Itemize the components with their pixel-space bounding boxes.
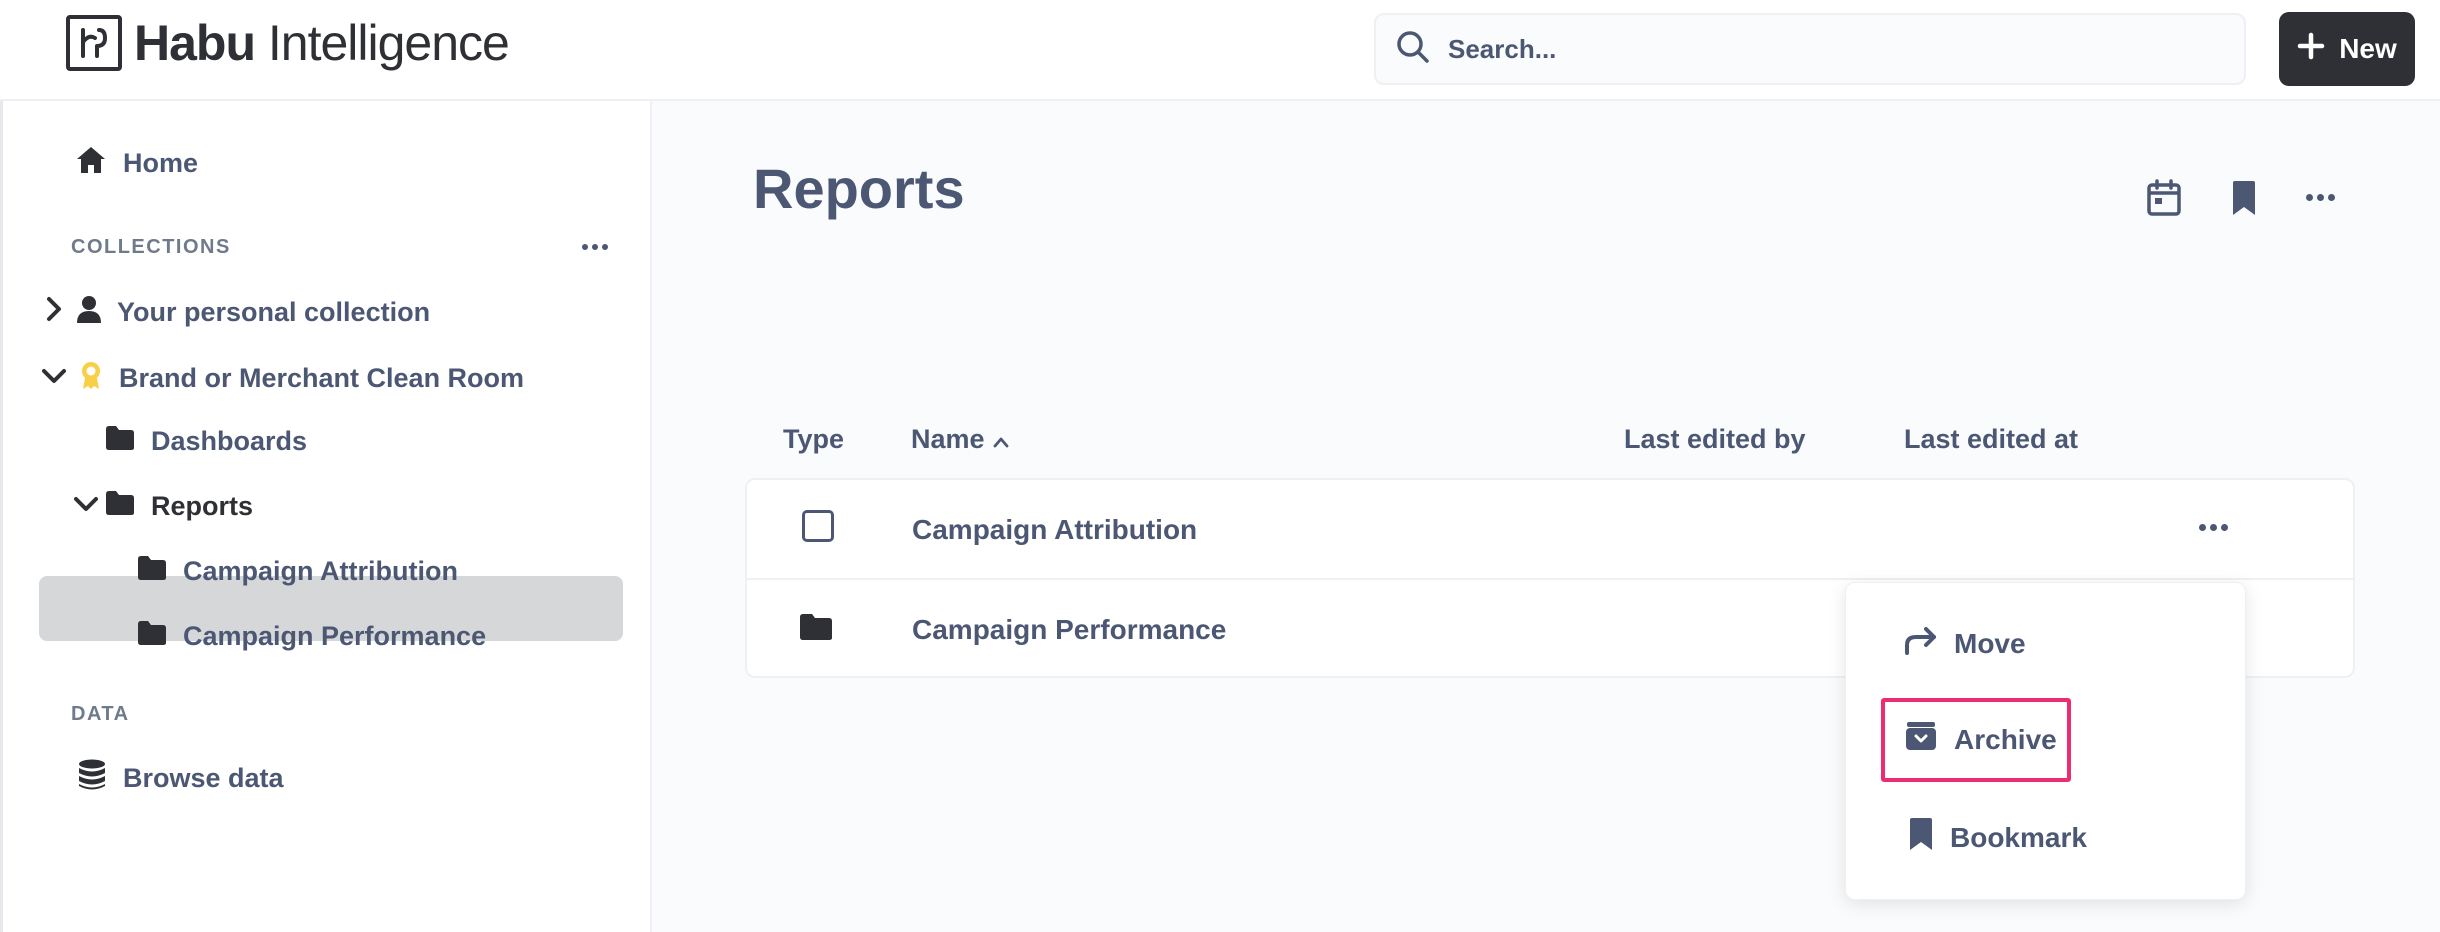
person-icon xyxy=(75,295,103,330)
sidebar-item-personal-collection[interactable]: Your personal collection xyxy=(43,295,430,330)
row-more-icon[interactable] xyxy=(2199,524,2228,531)
chevron-down-icon[interactable] xyxy=(73,491,99,522)
logo-bold: Habu xyxy=(134,15,256,71)
menu-item-bookmark[interactable]: Bookmark xyxy=(1904,817,2087,858)
logo-rest: Intelligence xyxy=(255,15,510,71)
campaign-performance-label: Campaign Performance xyxy=(183,621,487,651)
personal-collection-label: Your personal collection xyxy=(117,297,431,327)
archive-highlight-box xyxy=(1881,698,2071,782)
habu-logo-icon xyxy=(66,15,122,71)
folder-icon xyxy=(137,555,167,588)
sidebar-item-campaign-performance[interactable]: Campaign Performance xyxy=(137,620,486,653)
bookmark-icon xyxy=(1904,817,1934,858)
sidebar-item-clean-room[interactable]: Brand or Merchant Clean Room xyxy=(41,360,524,397)
sidebar: Home COLLECTIONS Your personal collectio… xyxy=(0,101,652,932)
page-more-icon[interactable] xyxy=(2306,194,2335,201)
official-badge-icon xyxy=(77,360,105,397)
table-row[interactable]: Campaign Attribution xyxy=(747,480,2353,578)
sidebar-item-reports[interactable]: Reports xyxy=(73,490,253,523)
row-name[interactable]: Campaign Attribution xyxy=(912,514,1197,546)
sidebar-item-dashboards[interactable]: Dashboards xyxy=(105,425,307,458)
bookmark-icon[interactable] xyxy=(2231,180,2257,221)
logo-text: Habu Intelligence xyxy=(134,14,510,72)
row-name[interactable]: Campaign Performance xyxy=(912,614,1226,646)
sort-ascending-icon xyxy=(993,424,1009,455)
data-heading: DATA xyxy=(71,703,130,725)
column-header-type[interactable]: Type xyxy=(783,424,844,455)
menu-item-bookmark-label: Bookmark xyxy=(1950,821,2087,853)
chevron-down-icon[interactable] xyxy=(41,363,67,394)
folder-icon xyxy=(105,425,135,458)
row-checkbox[interactable] xyxy=(802,510,834,542)
chevron-right-icon[interactable] xyxy=(43,296,65,329)
campaign-attribution-label: Campaign Attribution xyxy=(183,556,458,586)
sidebar-item-home[interactable]: Home xyxy=(75,145,198,182)
reports-label: Reports xyxy=(151,491,254,521)
sidebar-item-campaign-attribution[interactable]: Campaign Attribution xyxy=(137,555,458,588)
folder-icon xyxy=(105,490,135,523)
calendar-icon[interactable] xyxy=(2146,179,2182,222)
collections-heading: COLLECTIONS xyxy=(71,236,231,258)
column-header-name[interactable]: Name xyxy=(911,424,1009,455)
top-bar: Habu Intelligence Search... New xyxy=(0,0,2440,101)
new-button-label: New xyxy=(2339,33,2397,64)
menu-item-move-label: Move xyxy=(1954,627,2026,659)
new-button[interactable]: New xyxy=(2279,12,2415,86)
search-input[interactable]: Search... xyxy=(1374,13,2246,85)
clean-room-label: Brand or Merchant Clean Room xyxy=(119,363,525,393)
database-icon xyxy=(77,759,107,798)
search-placeholder: Search... xyxy=(1448,33,1557,64)
dashboards-label: Dashboards xyxy=(151,426,308,456)
home-label: Home xyxy=(123,148,199,178)
plus-icon xyxy=(2297,32,2325,67)
column-header-last-edited-at[interactable]: Last edited at xyxy=(1904,424,2078,455)
column-header-last-edited-by[interactable]: Last edited by xyxy=(1624,424,1806,455)
logo[interactable]: Habu Intelligence xyxy=(66,14,510,72)
home-icon xyxy=(75,145,107,182)
menu-item-move[interactable]: Move xyxy=(1904,625,2026,662)
folder-icon xyxy=(799,613,833,646)
column-header-name-label: Name xyxy=(911,424,985,454)
search-icon xyxy=(1396,30,1430,69)
sidebar-item-browse-data[interactable]: Browse data xyxy=(77,759,284,798)
page-title: Reports xyxy=(753,157,965,220)
move-arrow-icon xyxy=(1904,625,1938,662)
folder-icon xyxy=(137,620,167,653)
collections-more-icon[interactable] xyxy=(582,244,608,250)
browse-data-label: Browse data xyxy=(123,763,284,793)
